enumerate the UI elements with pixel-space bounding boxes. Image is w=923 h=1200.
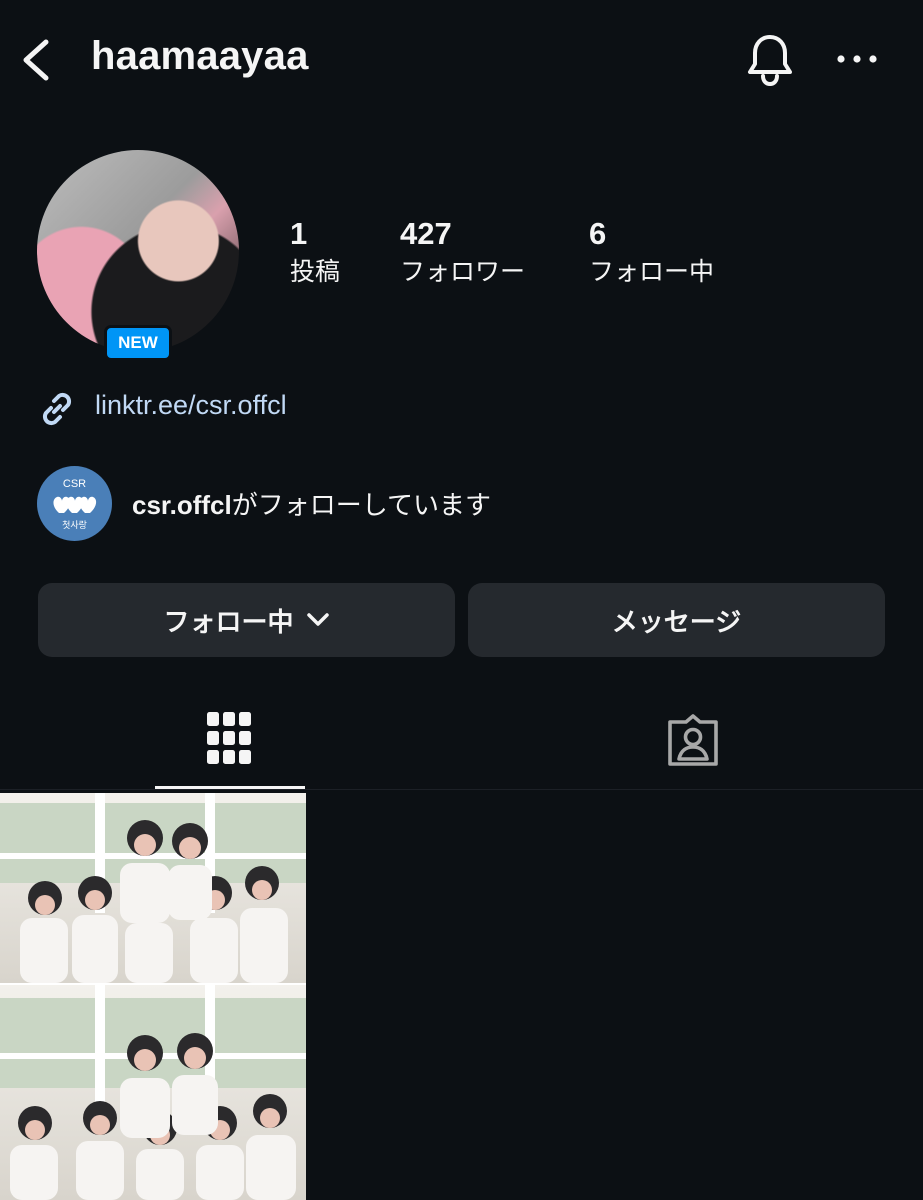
followed-by-avatar-subtext: 첫사랑 (62, 521, 87, 531)
post-image (0, 793, 306, 1200)
tagged-person-icon (668, 714, 718, 766)
profile-username: haamaayaa (91, 34, 309, 78)
bell-icon (748, 35, 792, 87)
stat-posts-count: 1 (290, 216, 308, 251)
stat-posts-label: 投稿 (290, 257, 341, 286)
more-horizontal-icon (837, 55, 877, 63)
more-options-button[interactable] (834, 44, 880, 74)
grid-icon (207, 712, 251, 764)
followed-by-avatar-text: CSR (62, 478, 87, 490)
following-button[interactable]: フォロー中 (38, 583, 455, 657)
tabs-divider (0, 789, 923, 790)
profile-avatar[interactable] (37, 150, 239, 352)
stat-following[interactable]: 6 フォロー中 (589, 216, 714, 288)
link-icon (36, 388, 78, 430)
bio-link[interactable]: linktr.ee/csr.offcl (95, 390, 287, 421)
stat-followers-count: 427 (400, 216, 452, 251)
tab-tagged[interactable] (620, 700, 765, 788)
csr-logo-icon (53, 496, 97, 513)
notifications-button[interactable] (744, 32, 796, 88)
message-button[interactable]: メッセージ (468, 583, 885, 657)
stat-posts[interactable]: 1 投稿 (290, 216, 340, 288)
post-thumbnail[interactable] (0, 793, 306, 1200)
tab-posts-grid[interactable] (155, 700, 305, 788)
chevron-left-icon (23, 39, 49, 81)
followed-by-avatar[interactable]: CSR 첫사랑 (37, 466, 112, 541)
stat-followers[interactable]: 427 フォロワー (400, 216, 525, 288)
stat-followers-label: フォロワー (400, 257, 526, 286)
new-badge: NEW (104, 325, 172, 361)
followed-by-text[interactable]: csr.offclがフォローしています (132, 485, 491, 522)
message-button-label: メッセージ (611, 607, 742, 638)
back-button[interactable] (18, 36, 58, 84)
stat-following-count: 6 (589, 216, 607, 251)
stat-following-label: フォロー中 (589, 257, 715, 286)
followed-by-account: csr.offcl (132, 490, 232, 520)
followed-by-suffix: がフォローしています (231, 491, 491, 521)
following-button-label: フォロー中 (163, 607, 294, 638)
chevron-down-icon (306, 613, 329, 626)
